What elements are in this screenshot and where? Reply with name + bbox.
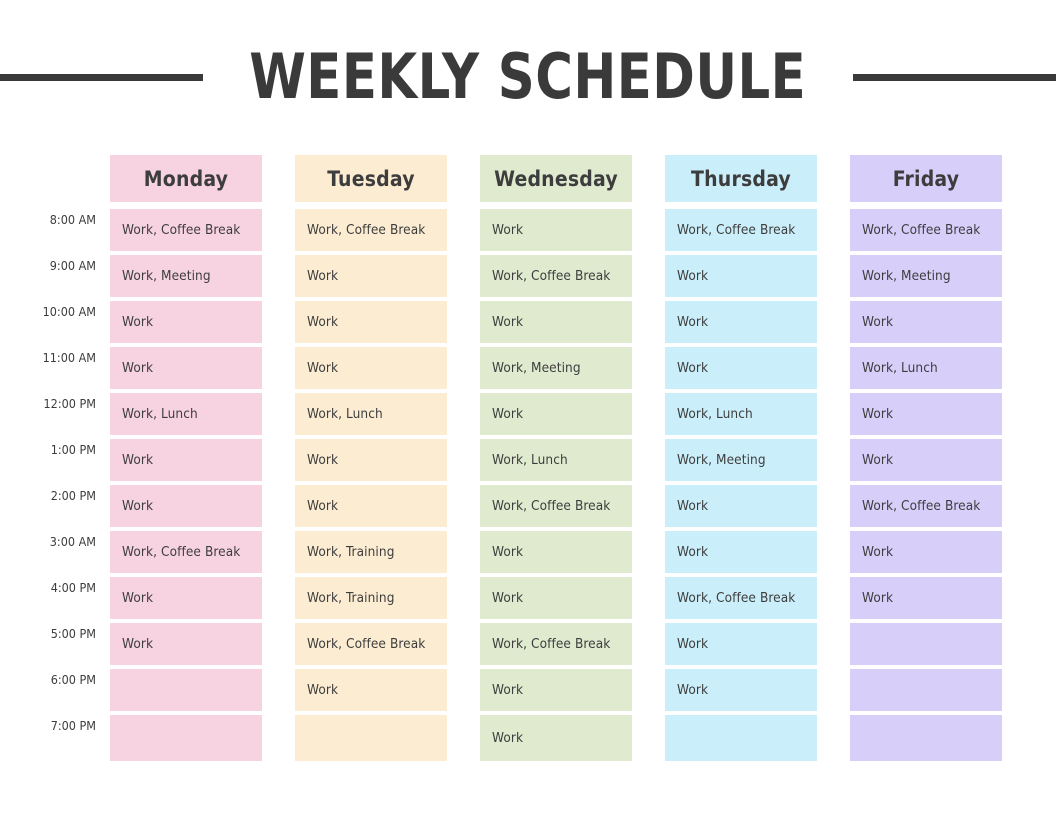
- schedule-cell[interactable]: Work: [850, 577, 1002, 619]
- schedule-cell[interactable]: Work, Coffee Break: [665, 577, 817, 619]
- time-label: 11:00 AM: [42, 350, 96, 365]
- day-column-wednesday: Wednesday Work Work, Coffee Break Work Work,…: [480, 155, 632, 765]
- title-rule-left: [0, 73, 204, 81]
- day-column-thursday: Thursday Work, Coffee Break Work Work Work Wo…: [665, 155, 817, 765]
- schedule-cell[interactable]: Work, Coffee Break: [110, 209, 262, 251]
- schedule-cell[interactable]: Work: [480, 393, 632, 435]
- schedule-cell[interactable]: Work, Coffee Break: [480, 623, 632, 665]
- schedule-cell[interactable]: Work: [665, 669, 817, 711]
- time-label: 4:00 PM: [50, 580, 96, 595]
- schedule-cell[interactable]: Work: [665, 347, 817, 389]
- schedule-cell[interactable]: [850, 623, 1002, 665]
- schedule-cell[interactable]: Work: [480, 669, 632, 711]
- schedule-cell[interactable]: Work, Coffee Break: [850, 209, 1002, 251]
- schedule-cell[interactable]: Work: [480, 715, 632, 761]
- weekly-schedule-table: 8:00 AM 9:00 AM 10:00 AM 11:00 AM 12:00 PM 1:…: [0, 155, 1056, 765]
- schedule-cell[interactable]: Work, Lunch: [110, 393, 262, 435]
- schedule-cell[interactable]: Work: [110, 301, 262, 343]
- schedule-cell[interactable]: Work: [665, 301, 817, 343]
- time-label: 7:00 PM: [50, 718, 96, 733]
- day-header-monday[interactable]: Monday: [110, 155, 262, 202]
- schedule-cell[interactable]: Work: [480, 531, 632, 573]
- day-column-monday: Monday Work, Coffee Break Work, Meeting Wor…: [110, 155, 262, 765]
- schedule-cell[interactable]: Work: [295, 485, 447, 527]
- schedule-cell[interactable]: Work, Coffee Break: [850, 485, 1002, 527]
- schedule-cell[interactable]: Work: [110, 623, 262, 665]
- day-header-tuesday[interactable]: Tuesday: [295, 155, 447, 202]
- schedule-cell[interactable]: Work: [295, 301, 447, 343]
- schedule-cell[interactable]: Work, Coffee Break: [295, 209, 447, 251]
- schedule-cell[interactable]: Work, Coffee Break: [480, 255, 632, 297]
- schedule-cell[interactable]: Work: [110, 577, 262, 619]
- schedule-cell[interactable]: Work: [850, 531, 1002, 573]
- schedule-cell[interactable]: [110, 669, 262, 711]
- schedule-cell[interactable]: Work: [110, 347, 262, 389]
- schedule-cell[interactable]: [295, 715, 447, 761]
- schedule-cell[interactable]: Work, Coffee Break: [110, 531, 262, 573]
- schedule-cell[interactable]: Work: [850, 393, 1002, 435]
- schedule-cell[interactable]: Work: [110, 439, 262, 481]
- schedule-cell[interactable]: [850, 669, 1002, 711]
- schedule-cell[interactable]: Work, Coffee Break: [480, 485, 632, 527]
- schedule-cell[interactable]: Work: [295, 347, 447, 389]
- schedule-cell[interactable]: Work: [850, 439, 1002, 481]
- day-column-friday: Friday Work, Coffee Break Work, Meeting Wor…: [850, 155, 1002, 765]
- time-label: 1:00 PM: [50, 442, 96, 457]
- day-header-thursday[interactable]: Thursday: [665, 155, 817, 202]
- time-label: 5:00 PM: [50, 626, 96, 641]
- day-header-friday[interactable]: Friday: [850, 155, 1002, 202]
- schedule-cell[interactable]: Work, Meeting: [480, 347, 632, 389]
- time-label: 12:00 PM: [43, 396, 96, 411]
- schedule-cell[interactable]: Work, Lunch: [480, 439, 632, 481]
- schedule-cell[interactable]: Work: [480, 301, 632, 343]
- schedule-cell[interactable]: Work: [295, 669, 447, 711]
- schedule-grid: Monday Work, Coffee Break Work, Meeting Wor…: [110, 155, 1005, 765]
- title-bar: WEEKLY SCHEDULE: [0, 38, 1056, 116]
- schedule-cell[interactable]: Work, Training: [295, 577, 447, 619]
- time-label: 6:00 PM: [50, 672, 96, 687]
- time-label: 9:00 AM: [49, 258, 96, 273]
- schedule-cell[interactable]: Work, Meeting: [665, 439, 817, 481]
- time-label: 2:00 PM: [50, 488, 96, 503]
- schedule-cell[interactable]: Work: [665, 623, 817, 665]
- schedule-cell[interactable]: Work, Lunch: [295, 393, 447, 435]
- schedule-cell[interactable]: Work: [665, 485, 817, 527]
- schedule-cell[interactable]: Work, Training: [295, 531, 447, 573]
- schedule-cell[interactable]: Work, Meeting: [110, 255, 262, 297]
- day-header-wednesday[interactable]: Wednesday: [480, 155, 632, 202]
- schedule-cell[interactable]: Work: [480, 209, 632, 251]
- schedule-cell[interactable]: Work, Lunch: [665, 393, 817, 435]
- day-column-tuesday: Tuesday Work, Coffee Break Work Work Work Wor…: [295, 155, 447, 765]
- schedule-cell[interactable]: Work: [850, 301, 1002, 343]
- schedule-cell[interactable]: [110, 715, 262, 761]
- schedule-cell[interactable]: Work: [665, 255, 817, 297]
- schedule-cell[interactable]: Work: [665, 531, 817, 573]
- schedule-cell[interactable]: [850, 715, 1002, 761]
- schedule-cell[interactable]: Work: [295, 255, 447, 297]
- schedule-cell[interactable]: Work: [110, 485, 262, 527]
- schedule-cell[interactable]: Work, Lunch: [850, 347, 1002, 389]
- title-rule-right: [852, 73, 1056, 81]
- schedule-cell[interactable]: Work, Coffee Break: [665, 209, 817, 251]
- schedule-cell[interactable]: Work, Meeting: [850, 255, 1002, 297]
- schedule-cell[interactable]: Work: [295, 439, 447, 481]
- time-label: 10:00 AM: [42, 304, 96, 319]
- page-title: WEEKLY SCHEDULE: [249, 40, 807, 113]
- schedule-cell[interactable]: Work, Coffee Break: [295, 623, 447, 665]
- schedule-cell[interactable]: [665, 715, 817, 761]
- time-label: 3:00 AM: [49, 534, 96, 549]
- schedule-cell[interactable]: Work: [480, 577, 632, 619]
- time-label: 8:00 AM: [49, 212, 96, 227]
